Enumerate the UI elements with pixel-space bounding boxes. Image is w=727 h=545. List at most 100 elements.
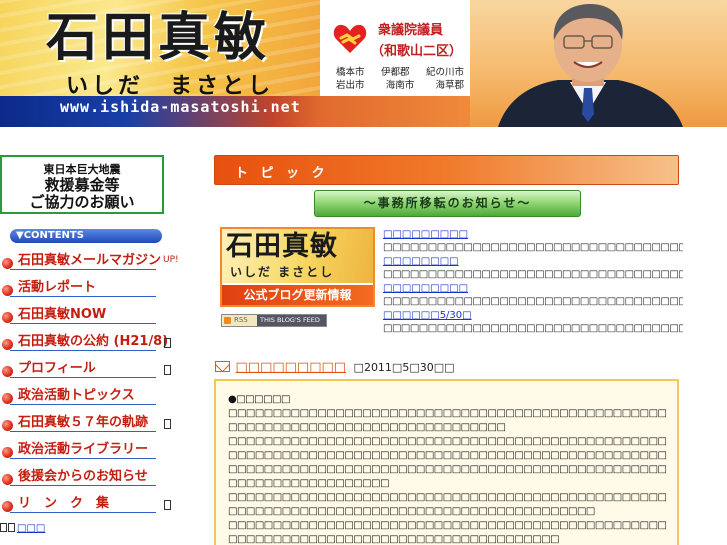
sidebar-item-topics[interactable]: 政治活動トピックス [0,382,200,409]
list-item: □□□□□□□□□ □□□□□□□□□□□□□□□□□□□□□□□□□□□□□□… [383,228,683,255]
menu-divider [10,431,156,432]
official-blog-banner[interactable]: 石田真敏 いしだ まさとし 公式ブログ更新情報 [220,227,375,307]
sidebar-item-profile[interactable]: プロフィール [0,355,200,382]
news-title-link[interactable]: □□□□□□□□□ [383,228,683,241]
sidebar-item-label[interactable]: 政治活動トピックス [18,384,135,403]
menu-divider [10,458,156,459]
office-move-notice-button[interactable]: ～事務所移転のお知らせ～ [314,190,581,217]
sidebar-item-activity-report[interactable]: 活動レポート [0,274,200,301]
sidebar-item-label[interactable]: 後援会からのお知らせ [18,465,148,484]
article-paragraph: □□□□□□□□□□□□□□□□□□□□□□□□□□□□□□□□□□□□□□□□… [228,520,667,545]
rss-feed-badge[interactable]: RSS THIS BLOG'S FEED [221,314,327,327]
topic-header: ト ピ ッ ク [214,155,679,185]
header-band-right [320,96,470,127]
sidebar-item-label[interactable]: 石田真敏NOW [18,303,106,322]
article-title-link[interactable]: □□□□□□□□□ [236,360,347,375]
site-header: 石田真敏 いしだ まさとし www.ishida-masatoshi.net 衆… [0,0,727,127]
article-body: ●□□□□□□ □□□□□□□□□□□□□□□□□□□□□□□□□□□□□□□□… [214,379,679,545]
relief-banner-line1: 東日本巨大地震 [43,163,121,176]
missing-glyph-box [164,419,171,429]
article-date: □2011□5□30□□ [353,361,455,374]
portrait-photo [498,4,683,127]
missing-glyph-box [164,365,171,375]
topic-label: ト ピ ッ ク [235,166,329,181]
area-name: 伊都郡 [380,67,410,78]
sidebar-item-label[interactable]: 石田真敏５７年の軌跡 [18,411,148,430]
bullet-icon [2,474,13,485]
article-paragraph: □□□□□□□□□□□□□□□□□□□□□□□□□□□□□□□□□□□□□□□□… [228,408,667,433]
site-logo-name[interactable]: 石田真敏 [46,10,270,66]
bullet-icon [2,393,13,404]
menu-divider [10,512,156,513]
sidebar-item-label[interactable]: 活動レポート [18,276,96,295]
sidebar-item-supporters[interactable]: 後援会からのお知らせ [0,463,200,490]
relief-banner-line2: 救援募金等 [44,176,120,194]
earthquake-relief-banner[interactable]: 東日本巨大地震 救援募金等 ご協力のお願い [0,155,164,214]
sidebar-menu: 石田真敏メールマガジン UP! 活動レポート 石田真敏NOW 石田真敏の公約 (… [0,247,200,517]
news-excerpt: □□□□□□□□□□□□□□□□□□□□□□□□□□□□□□□□□□□□9□□□… [383,296,683,307]
relief-banner-line3: ご協力のお願い [29,193,135,211]
article-heading: ●□□□□□□ [228,394,290,405]
office-title: 衆議院議員 [378,23,444,38]
article-header: □□□□□□□□□ □2011□5□30□□ [215,360,455,375]
sidebar-item-label[interactable]: 石田真敏メールマガジン [18,249,161,268]
office-district: （和歌山二区） [371,44,463,59]
news-title-link[interactable]: □□□□□□□□□ [383,282,683,295]
area-name: 海草郡 [435,80,464,91]
mail-icon [215,361,230,372]
news-title-link[interactable]: □□□□□□5/30□ [383,309,683,322]
missing-glyph-box [8,523,15,532]
missing-glyph-box [164,338,171,348]
menu-divider [10,485,156,486]
news-excerpt: □□□□□□□□□□□□□□□□□□□□□□□□□□□□□□□□□□□□□□□□… [383,269,683,280]
sidebar-item-now[interactable]: 石田真敏NOW [0,301,200,328]
update-badge: UP! [163,255,179,265]
sidebar-item-label[interactable]: プロフィール [18,357,96,376]
area-name: 岩出市 [336,80,365,91]
menu-divider [10,296,156,297]
sidebar-item-label[interactable]: 政治活動ライブラリー [18,438,148,457]
list-item: □□□□□□□□ □□□□□□□□□□□□□□□□□□□□□□□□□□□□□□□… [383,255,683,282]
menu-divider [10,377,156,378]
area-name: 海南市 [385,80,415,91]
bullet-icon [2,285,13,296]
sidebar-item-label[interactable]: リ ン ク 集 [18,492,109,511]
blog-banner-name: 石田真敏 [226,231,338,262]
rss-icon: RSS [222,315,257,326]
sidebar-item-label[interactable]: 石田真敏の公約 (H21/8) [18,330,168,349]
site-url: www.ishida-masatoshi.net [60,98,301,116]
heart-handshake-icon [333,24,367,53]
article-paragraph: □□□□□□□□□□□□□□□□□□□□□□□□□□□□□□□□□□□□□□□□… [228,492,667,517]
bullet-icon [2,366,13,377]
menu-divider [10,269,156,270]
contents-header: ▼CONTENTS [10,229,162,243]
missing-glyph-box [164,500,171,510]
rss-feed-label: THIS BLOG'S FEED [257,315,326,326]
sidebar-footer: □□□ [0,523,45,534]
sidebar-item-mail-magazine[interactable]: 石田真敏メールマガジン UP! [0,247,200,274]
bullet-icon [2,420,13,431]
bullet-icon [2,258,13,269]
bullet-icon [2,339,13,350]
sidebar-item-library[interactable]: 政治活動ライブラリー [0,436,200,463]
bullet-icon [2,312,13,323]
menu-divider [10,350,156,351]
sidebar-item-links[interactable]: リ ン ク 集 [0,490,200,517]
blog-banner-kana: いしだ まさとし [230,265,335,279]
sidebar-item-manifesto[interactable]: 石田真敏の公約 (H21/8) [0,328,200,355]
news-excerpt: □□□□□□□□□□□□□□□□□□□□□□□□□□□□□□□□□□□□□□□□… [383,323,683,334]
news-title-link[interactable]: □□□□□□□□ [383,255,683,268]
footer-link[interactable]: □□□ [17,523,45,534]
bullet-icon [2,501,13,512]
bullet-icon [2,447,13,458]
article-paragraph: □□□□□□□□□□□□□□□□□□□□□□□□□□□□□□□□□□□□□□□□… [228,436,667,489]
blog-banner-caption: 公式ブログ更新情報 [222,285,373,305]
menu-divider [10,323,156,324]
list-item: □□□□□□□□□ □□□□□□□□□□□□□□□□□□□□□□□□□□□□□□… [383,282,683,309]
menu-divider [10,404,156,405]
area-name: 紀の川市 [425,67,464,78]
blog-news-list: □□□□□□□□□ □□□□□□□□□□□□□□□□□□□□□□□□□□□□□□… [383,228,683,336]
sidebar-item-history[interactable]: 石田真敏５７年の軌跡 [0,409,200,436]
news-excerpt: □□□□□□□□□□□□□□□□□□□□□□□□□□□□□□□□□□□□□□□□… [383,242,683,253]
area-name: 橋本市 [336,67,365,78]
